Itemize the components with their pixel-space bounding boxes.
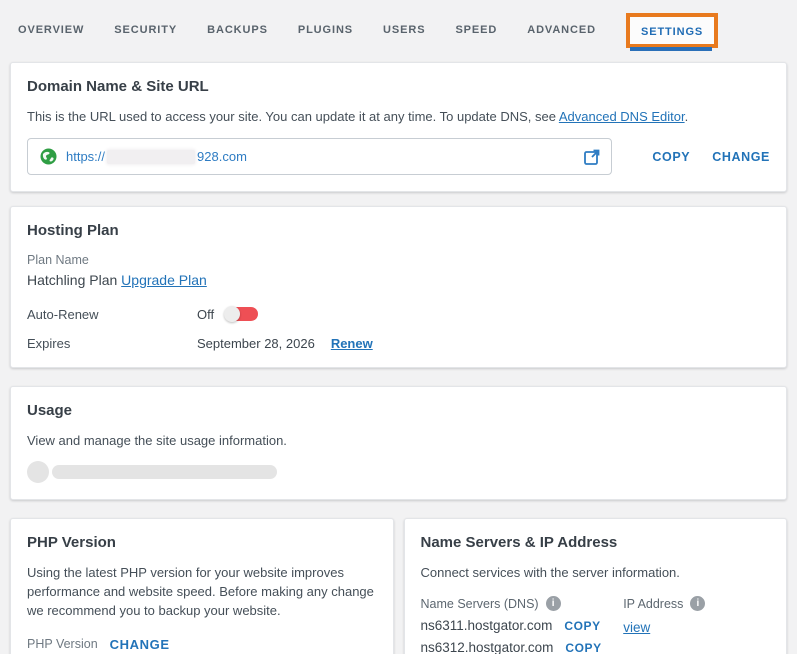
toggle-knob <box>224 306 241 322</box>
nameservers-title: Name Servers & IP Address <box>420 534 618 551</box>
tab-advanced[interactable]: ADVANCED <box>527 24 596 36</box>
copy-url-button[interactable]: COPY <box>652 150 690 164</box>
php-version-label: PHP Version <box>27 637 98 652</box>
domain-site-url-card: Domain Name & Site URL This is the URL u… <box>10 62 787 192</box>
auto-renew-state-text: Off <box>197 306 215 322</box>
auto-renew-row: Auto-Renew Off <box>27 306 770 322</box>
plan-name-row: Hatchling Plan Upgrade Plan <box>27 272 770 288</box>
php-version-row: PHP Version CHANGE <box>27 637 377 652</box>
tab-overview[interactable]: OVERVIEW <box>18 24 84 36</box>
php-change-button[interactable]: CHANGE <box>110 637 170 652</box>
globe-icon <box>40 148 57 165</box>
tab-speed[interactable]: SPEED <box>455 24 497 36</box>
nameservers-ip-card: Name Servers & IP Address Connect servic… <box>403 518 787 654</box>
nameserver-1-host: ns6311.hostgator.com <box>420 618 553 633</box>
nameserver-2-host: ns6312.hostgator.com <box>420 640 554 654</box>
dns-label-row: Name Servers (DNS) i <box>421 596 624 611</box>
tab-users[interactable]: USERS <box>383 24 425 36</box>
hosting-plan-card: Hosting Plan Plan Name Hatchling Plan Up… <box>10 206 787 368</box>
domain-card-title: Domain Name & Site URL <box>27 78 209 95</box>
site-url-redacted <box>107 149 196 164</box>
php-version-description: Using the latest PHP version for your we… <box>27 565 374 618</box>
settings-page: Domain Name & Site URL This is the URL u… <box>0 62 797 654</box>
site-url-suffix: 928.com <box>197 149 247 164</box>
renew-link[interactable]: Renew <box>331 336 373 351</box>
nameserver-row-2: ns6312.hostgator.com COPY <box>421 640 624 654</box>
copy-nameserver-1-button[interactable]: COPY <box>564 619 600 633</box>
active-tab-underline <box>629 46 713 51</box>
advanced-dns-editor-link[interactable]: Advanced DNS Editor <box>559 109 685 124</box>
nameservers-description: Connect services with the server informa… <box>420 565 680 580</box>
domain-description-period: . <box>684 109 689 124</box>
expires-row: Expires September 28, 2026 Renew <box>27 336 770 351</box>
tab-backups[interactable]: BACKUPS <box>207 24 268 36</box>
expires-date: September 28, 2026 <box>197 336 315 351</box>
php-version-title: PHP Version <box>27 534 116 551</box>
upgrade-plan-link[interactable]: Upgrade Plan <box>121 272 207 288</box>
plan-name-value: Hatchling Plan <box>27 272 118 288</box>
domain-description-text: This is the URL used to access your site… <box>27 109 559 124</box>
tab-settings-highlight-box: SETTINGS <box>625 12 719 51</box>
ip-info-icon[interactable]: i <box>690 596 706 611</box>
nameservers-columns: Name Servers (DNS) i ns6311.hostgator.co… <box>421 596 771 654</box>
hosting-plan-title: Hosting Plan <box>27 222 119 239</box>
php-version-card: PHP Version Using the latest PHP version… <box>10 518 394 654</box>
copy-nameserver-2-button[interactable]: COPY <box>565 641 601 654</box>
expires-value: September 28, 2026 Renew <box>197 336 373 351</box>
site-url-field[interactable]: https:// 928.com <box>27 138 613 175</box>
tab-security[interactable]: SECURITY <box>114 24 177 36</box>
expires-label: Expires <box>27 336 71 351</box>
usage-loading-skeleton <box>27 461 770 483</box>
view-ip-link[interactable]: view <box>623 620 650 635</box>
ip-address-label: IP Address <box>623 596 684 611</box>
auto-renew-label: Auto-Renew <box>27 306 99 322</box>
skeleton-circle <box>27 461 49 483</box>
open-site-external-link-icon[interactable] <box>583 148 601 166</box>
change-url-button[interactable]: CHANGE <box>712 150 770 164</box>
usage-description: View and manage the site usage informati… <box>27 433 287 448</box>
site-url-row: https:// 928.com COPY CHANGE <box>27 138 770 175</box>
site-url-prefix: https:// <box>66 149 106 164</box>
ip-address-column: IP Address i view <box>623 596 770 654</box>
skeleton-bar <box>52 465 277 479</box>
dns-label: Name Servers (DNS) <box>420 596 539 611</box>
dns-info-icon[interactable]: i <box>545 596 561 611</box>
ip-label-row: IP Address i <box>623 596 770 611</box>
dns-column: Name Servers (DNS) i ns6311.hostgator.co… <box>421 596 624 654</box>
tab-settings[interactable]: SETTINGS <box>641 26 703 38</box>
auto-renew-toggle[interactable] <box>224 306 259 322</box>
tab-bar: OVERVIEW SECURITY BACKUPS PLUGINS USERS … <box>18 10 781 51</box>
auto-renew-value: Off <box>197 306 259 322</box>
plan-name-label: Plan Name <box>27 253 89 267</box>
nameserver-row-1: ns6311.hostgator.com COPY <box>421 618 624 633</box>
domain-card-description: This is the URL used to access your site… <box>27 109 770 124</box>
bottom-cards-row: PHP Version Using the latest PHP version… <box>10 518 787 654</box>
usage-card: Usage View and manage the site usage inf… <box>10 386 787 500</box>
tab-plugins[interactable]: PLUGINS <box>298 24 353 36</box>
site-url-text: https:// 928.com <box>66 149 247 164</box>
usage-title: Usage <box>27 402 73 419</box>
